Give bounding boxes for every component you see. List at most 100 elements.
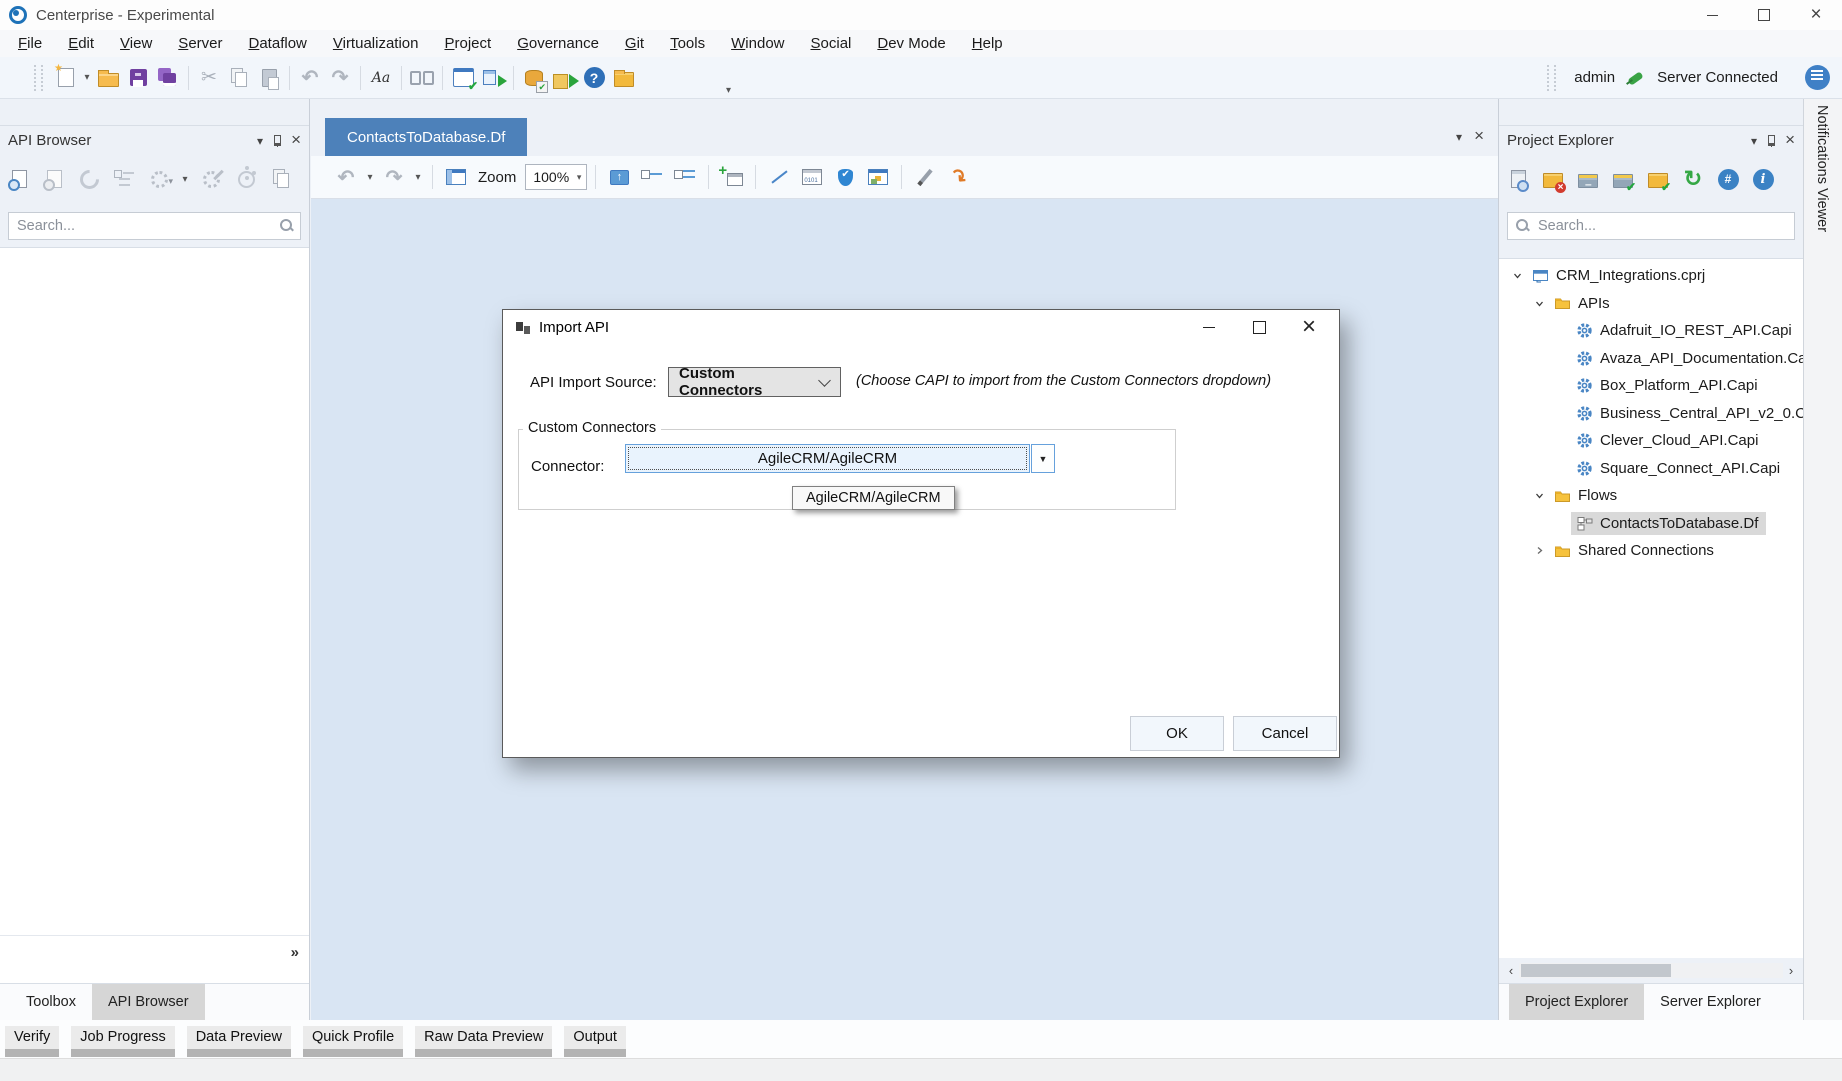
tree-item-box-platform-api-capi[interactable]: Box_Platform_API.Capi bbox=[1499, 372, 1803, 400]
scroll-left-icon[interactable]: ‹ bbox=[1503, 963, 1519, 978]
database-check-icon[interactable] bbox=[519, 63, 549, 93]
caret-icon[interactable] bbox=[412, 172, 424, 183]
code-generate-icon[interactable] bbox=[1713, 164, 1743, 194]
menu-git[interactable]: Git bbox=[612, 31, 657, 56]
menu-view[interactable]: View bbox=[107, 31, 165, 56]
collapse-nodes-icon[interactable] bbox=[637, 162, 667, 192]
api-browser-list[interactable] bbox=[0, 247, 309, 936]
new-document-icon[interactable] bbox=[51, 63, 81, 93]
preview-window-icon[interactable] bbox=[441, 162, 471, 192]
document-tab[interactable]: ContactsToDatabase.Df bbox=[325, 118, 527, 156]
menu-social[interactable]: Social bbox=[798, 31, 865, 56]
font-options-icon[interactable] bbox=[366, 63, 396, 93]
bottom-tab-output[interactable]: Output bbox=[564, 1026, 626, 1057]
folder-check-icon[interactable] bbox=[1643, 164, 1673, 194]
import-data-icon[interactable] bbox=[549, 63, 579, 93]
caret-icon[interactable] bbox=[81, 72, 93, 83]
expander-open-icon[interactable] bbox=[1529, 298, 1549, 309]
open-folder-icon[interactable] bbox=[609, 63, 639, 93]
edit-api-icon[interactable] bbox=[196, 164, 226, 194]
tree-item-avaza-api-documentation-cap[interactable]: Avaza_API_Documentation.Cap bbox=[1499, 345, 1803, 373]
save-icon[interactable] bbox=[123, 63, 153, 93]
panel-menu-icon[interactable] bbox=[257, 132, 263, 150]
toolbar-grip[interactable] bbox=[1547, 65, 1556, 91]
connector-combobox[interactable]: AgileCRM/AgileCRM bbox=[625, 444, 1030, 473]
refresh-project-icon[interactable] bbox=[1678, 164, 1708, 194]
import-api-icon[interactable] bbox=[4, 164, 34, 194]
archive-project-icon[interactable] bbox=[1573, 164, 1603, 194]
expander-open-icon[interactable] bbox=[1507, 270, 1527, 281]
edit-flow-icon[interactable] bbox=[910, 162, 940, 192]
menu-dev-mode[interactable]: Dev Mode bbox=[864, 31, 958, 56]
redo-icon[interactable] bbox=[379, 162, 409, 192]
save-all-icon[interactable] bbox=[153, 63, 183, 93]
maximize-button[interactable] bbox=[1738, 0, 1790, 30]
menu-virtualization[interactable]: Virtualization bbox=[320, 31, 432, 56]
archive-check-icon[interactable] bbox=[1608, 164, 1638, 194]
scrollbar-thumb[interactable] bbox=[1521, 964, 1671, 977]
minimize-button[interactable] bbox=[1686, 0, 1738, 30]
tree-item-crm-integrations-cprj[interactable]: CRM_Integrations.cprj bbox=[1499, 262, 1803, 290]
undo-icon[interactable] bbox=[295, 63, 325, 93]
paste-icon[interactable] bbox=[254, 63, 284, 93]
tree-item-flows[interactable]: Flows bbox=[1499, 482, 1803, 510]
api-settings-icon[interactable] bbox=[144, 164, 174, 194]
toolbar-grip[interactable] bbox=[34, 65, 43, 91]
caret-icon[interactable] bbox=[364, 172, 376, 183]
bottom-tab-raw-data-preview[interactable]: Raw Data Preview bbox=[415, 1026, 552, 1057]
caret-icon[interactable] bbox=[179, 174, 191, 185]
dock-tab-api-browser[interactable]: API Browser bbox=[92, 984, 205, 1020]
menu-server[interactable]: Server bbox=[165, 31, 235, 56]
panel-menu-icon[interactable] bbox=[1751, 132, 1757, 150]
notifications-viewer-strip[interactable]: Notifications Viewer bbox=[1803, 99, 1842, 1020]
verify-shield-icon[interactable] bbox=[830, 162, 860, 192]
close-document-icon[interactable] bbox=[1474, 128, 1484, 146]
dialog-minimize-button[interactable] bbox=[1184, 312, 1234, 342]
dialog-title-bar[interactable]: Import API bbox=[503, 310, 1339, 344]
tree-item-business-central-api-v2-0-cap[interactable]: Business_Central_API_v2_0.Cap bbox=[1499, 400, 1803, 428]
copy-api-icon[interactable] bbox=[266, 164, 296, 194]
refresh-api-icon[interactable] bbox=[74, 164, 104, 194]
project-settings-icon[interactable] bbox=[1503, 164, 1533, 194]
scroll-right-icon[interactable]: › bbox=[1783, 963, 1799, 978]
dock-tab-toolbox[interactable]: Toolbox bbox=[10, 984, 92, 1020]
fit-window-icon[interactable] bbox=[604, 162, 634, 192]
api-import-source-select[interactable]: Custom Connectors bbox=[668, 367, 841, 397]
dock-tab-project-explorer[interactable]: Project Explorer bbox=[1509, 984, 1644, 1020]
pin-icon[interactable] bbox=[1766, 134, 1776, 148]
remove-folder-icon[interactable] bbox=[1538, 164, 1568, 194]
tree-item-contactstodatabase-df[interactable]: ContactsToDatabase.Df bbox=[1499, 510, 1803, 538]
search-input[interactable] bbox=[8, 212, 301, 240]
bottom-tab-verify[interactable]: Verify bbox=[5, 1026, 59, 1057]
scrollbar-track[interactable] bbox=[1519, 963, 1783, 978]
add-table-icon[interactable] bbox=[717, 162, 747, 192]
tree-item-apis[interactable]: APIs bbox=[1499, 290, 1803, 318]
menu-tools[interactable]: Tools bbox=[657, 31, 718, 56]
dialog-close-button[interactable] bbox=[1284, 312, 1334, 342]
cut-icon[interactable] bbox=[194, 63, 224, 93]
close-icon[interactable] bbox=[1785, 132, 1795, 150]
help-icon[interactable] bbox=[579, 63, 609, 93]
draw-link-icon[interactable] bbox=[764, 162, 794, 192]
auto-layout-icon[interactable] bbox=[943, 162, 973, 192]
copy-icon[interactable] bbox=[224, 63, 254, 93]
pin-icon[interactable] bbox=[272, 134, 282, 148]
menu-window[interactable]: Window bbox=[718, 31, 797, 56]
export-api-icon[interactable] bbox=[39, 164, 69, 194]
undo-icon[interactable] bbox=[331, 162, 361, 192]
connector-dropdown-button[interactable] bbox=[1031, 444, 1055, 473]
bottom-tab-quick-profile[interactable]: Quick Profile bbox=[303, 1026, 403, 1057]
tree-item-shared-connections[interactable]: Shared Connections bbox=[1499, 537, 1803, 565]
expand-nodes-icon[interactable] bbox=[670, 162, 700, 192]
close-button[interactable] bbox=[1790, 0, 1842, 30]
menu-governance[interactable]: Governance bbox=[504, 31, 612, 56]
redo-icon[interactable] bbox=[325, 63, 355, 93]
menu-help[interactable]: Help bbox=[959, 31, 1016, 56]
image-window-icon[interactable] bbox=[863, 162, 893, 192]
tab-list-icon[interactable] bbox=[1456, 128, 1462, 146]
tree-item-adafruit-io-rest-api-capi[interactable]: Adafruit_IO_REST_API.Capi bbox=[1499, 317, 1803, 345]
tree-view-icon[interactable] bbox=[109, 164, 139, 194]
start-dataflow-icon[interactable] bbox=[478, 63, 508, 93]
bottom-tab-data-preview[interactable]: Data Preview bbox=[187, 1026, 291, 1057]
tree-item-clever-cloud-api-capi[interactable]: Clever_Cloud_API.Capi bbox=[1499, 427, 1803, 455]
